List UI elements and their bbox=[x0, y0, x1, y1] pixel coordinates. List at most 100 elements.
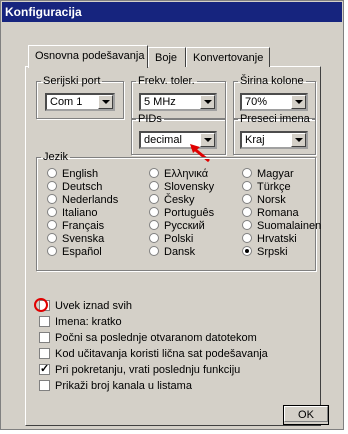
checkbox-icon[interactable] bbox=[39, 332, 50, 343]
language-radio[interactable]: Hrvatski bbox=[242, 233, 297, 246]
language-radio[interactable]: Svenska bbox=[47, 233, 104, 246]
tab-convert[interactable]: Konvertovanje bbox=[186, 47, 270, 67]
language-radio-label: Srpski bbox=[257, 246, 288, 258]
radio-icon[interactable] bbox=[242, 233, 252, 243]
radio-icon[interactable] bbox=[47, 246, 57, 256]
language-radio[interactable]: Slovensky bbox=[149, 181, 214, 194]
radio-icon[interactable] bbox=[149, 194, 159, 204]
radio-icon[interactable] bbox=[149, 168, 159, 178]
language-radio[interactable]: Magyar bbox=[242, 168, 294, 181]
language-radio-label: English bbox=[62, 168, 99, 180]
chevron-down-icon[interactable] bbox=[200, 95, 215, 109]
language-radio[interactable]: Romana bbox=[242, 207, 299, 220]
radio-icon[interactable] bbox=[47, 233, 57, 243]
freq-tolerance-label: Frekv. toler. bbox=[138, 75, 195, 87]
tab-basic-settings[interactable]: Osnovna podešavanja bbox=[28, 45, 148, 68]
language-radio-label: Magyar bbox=[257, 168, 294, 180]
checkbox-icon[interactable] bbox=[39, 380, 50, 391]
chevron-down-icon[interactable] bbox=[98, 95, 113, 109]
name-cut-value: Kraj bbox=[245, 134, 265, 146]
radio-icon[interactable] bbox=[149, 246, 159, 256]
radio-icon[interactable] bbox=[47, 220, 57, 230]
radio-icon[interactable] bbox=[242, 246, 252, 256]
annotation-circle-icon bbox=[34, 298, 48, 312]
pids-label: PIDs bbox=[138, 113, 162, 125]
option-checkbox[interactable]: Prikaži broj kanala u listama bbox=[39, 379, 192, 393]
language-radio-label: Norsk bbox=[257, 194, 286, 206]
language-radio-label: Svenska bbox=[62, 233, 105, 245]
language-radio-label: Dansk bbox=[164, 246, 196, 258]
language-radio-label: Polski bbox=[164, 233, 194, 245]
column-width-label: Širina kolone bbox=[240, 75, 304, 87]
config-window: Konfiguracija Osnovna podešavanja Boje K… bbox=[0, 0, 344, 430]
language-radio[interactable]: Italiano bbox=[47, 207, 97, 220]
radio-icon[interactable] bbox=[47, 181, 57, 191]
checkbox-icon[interactable] bbox=[39, 316, 50, 327]
language-radio[interactable]: Suomalainen bbox=[242, 220, 321, 233]
radio-icon[interactable] bbox=[149, 233, 159, 243]
language-radio[interactable]: Deutsch bbox=[47, 181, 102, 194]
radio-icon[interactable] bbox=[47, 207, 57, 217]
column-width-value: 70% bbox=[245, 96, 268, 108]
checkbox-icon[interactable] bbox=[39, 348, 50, 359]
radio-icon[interactable] bbox=[47, 168, 57, 178]
radio-icon[interactable] bbox=[242, 207, 252, 217]
serial-port-select[interactable]: Com 1 bbox=[45, 93, 115, 111]
pids-value: decimal bbox=[144, 134, 182, 146]
option-label: Pri pokretanju, vrati poslednju funkciju bbox=[55, 364, 241, 376]
language-radio-label: Русский bbox=[164, 220, 205, 232]
language-radio[interactable]: Česky bbox=[149, 194, 195, 207]
language-radio-label: Italiano bbox=[62, 207, 98, 219]
serial-port-value: Com 1 bbox=[50, 96, 83, 108]
option-label: Kod učitavanja koristi lična sat podešav… bbox=[55, 348, 268, 360]
chevron-down-icon[interactable] bbox=[291, 95, 306, 109]
option-checkbox[interactable]: Uvek iznad svih bbox=[39, 299, 132, 313]
language-radio[interactable]: Nederlands bbox=[47, 194, 118, 207]
language-radio[interactable]: Srpski bbox=[242, 246, 288, 259]
radio-icon[interactable] bbox=[149, 181, 159, 191]
language-radio[interactable]: Norsk bbox=[242, 194, 286, 207]
radio-icon[interactable] bbox=[242, 194, 252, 204]
radio-icon[interactable] bbox=[242, 181, 252, 191]
language-radio[interactable]: Polski bbox=[149, 233, 193, 246]
option-label: Počni sa poslednje otvaranom datotekom bbox=[55, 332, 257, 344]
option-label: Imena: kratko bbox=[55, 316, 122, 328]
option-checkbox[interactable]: Pri pokretanju, vrati poslednju funkciju bbox=[39, 362, 241, 377]
language-label: Jezik bbox=[43, 151, 69, 163]
language-radio[interactable]: English bbox=[47, 168, 98, 181]
language-radio-label: Deutsch bbox=[62, 181, 103, 193]
language-radio-label: Türkçe bbox=[257, 181, 291, 193]
radio-icon[interactable] bbox=[242, 220, 252, 230]
radio-icon[interactable] bbox=[47, 194, 57, 204]
language-radio[interactable]: Français bbox=[47, 220, 104, 233]
language-radio-label: Français bbox=[62, 220, 105, 232]
option-checkbox[interactable]: Počni sa poslednje otvaranom datotekom bbox=[39, 331, 257, 345]
serial-port-label: Serijski port bbox=[43, 75, 101, 87]
option-checkbox[interactable]: Imena: kratko bbox=[39, 315, 122, 329]
ok-button[interactable]: OK bbox=[283, 405, 329, 425]
language-radio-label: Romana bbox=[257, 207, 299, 219]
language-radio[interactable]: Español bbox=[47, 246, 102, 259]
language-radio[interactable]: Dansk bbox=[149, 246, 195, 259]
freq-tolerance-value: 5 MHz bbox=[144, 96, 176, 108]
option-label: Uvek iznad svih bbox=[55, 300, 133, 312]
option-checkbox[interactable]: Kod učitavanja koristi lična sat podešav… bbox=[39, 347, 268, 361]
radio-icon[interactable] bbox=[242, 168, 252, 178]
radio-icon[interactable] bbox=[149, 207, 159, 217]
window-title: Konfiguracija bbox=[2, 2, 342, 22]
language-radio-label: Español bbox=[62, 246, 102, 258]
language-radio-label: Slovensky bbox=[164, 181, 215, 193]
radio-icon[interactable] bbox=[149, 220, 159, 230]
name-cut-select[interactable]: Kraj bbox=[240, 131, 308, 149]
language-radio[interactable]: Português bbox=[149, 207, 214, 220]
language-radio[interactable]: Русский bbox=[149, 220, 205, 233]
column-width-select[interactable]: 70% bbox=[240, 93, 308, 111]
freq-tolerance-select[interactable]: 5 MHz bbox=[139, 93, 217, 111]
language-radio-label: Ελληνικά bbox=[164, 168, 209, 180]
language-radio[interactable]: Türkçe bbox=[242, 181, 291, 194]
checkbox-icon[interactable] bbox=[39, 362, 50, 376]
language-radio[interactable]: Ελληνικά bbox=[149, 168, 208, 181]
language-radio-label: Suomalainen bbox=[257, 220, 322, 232]
tab-colors[interactable]: Boje bbox=[148, 47, 186, 67]
chevron-down-icon[interactable] bbox=[291, 133, 306, 147]
